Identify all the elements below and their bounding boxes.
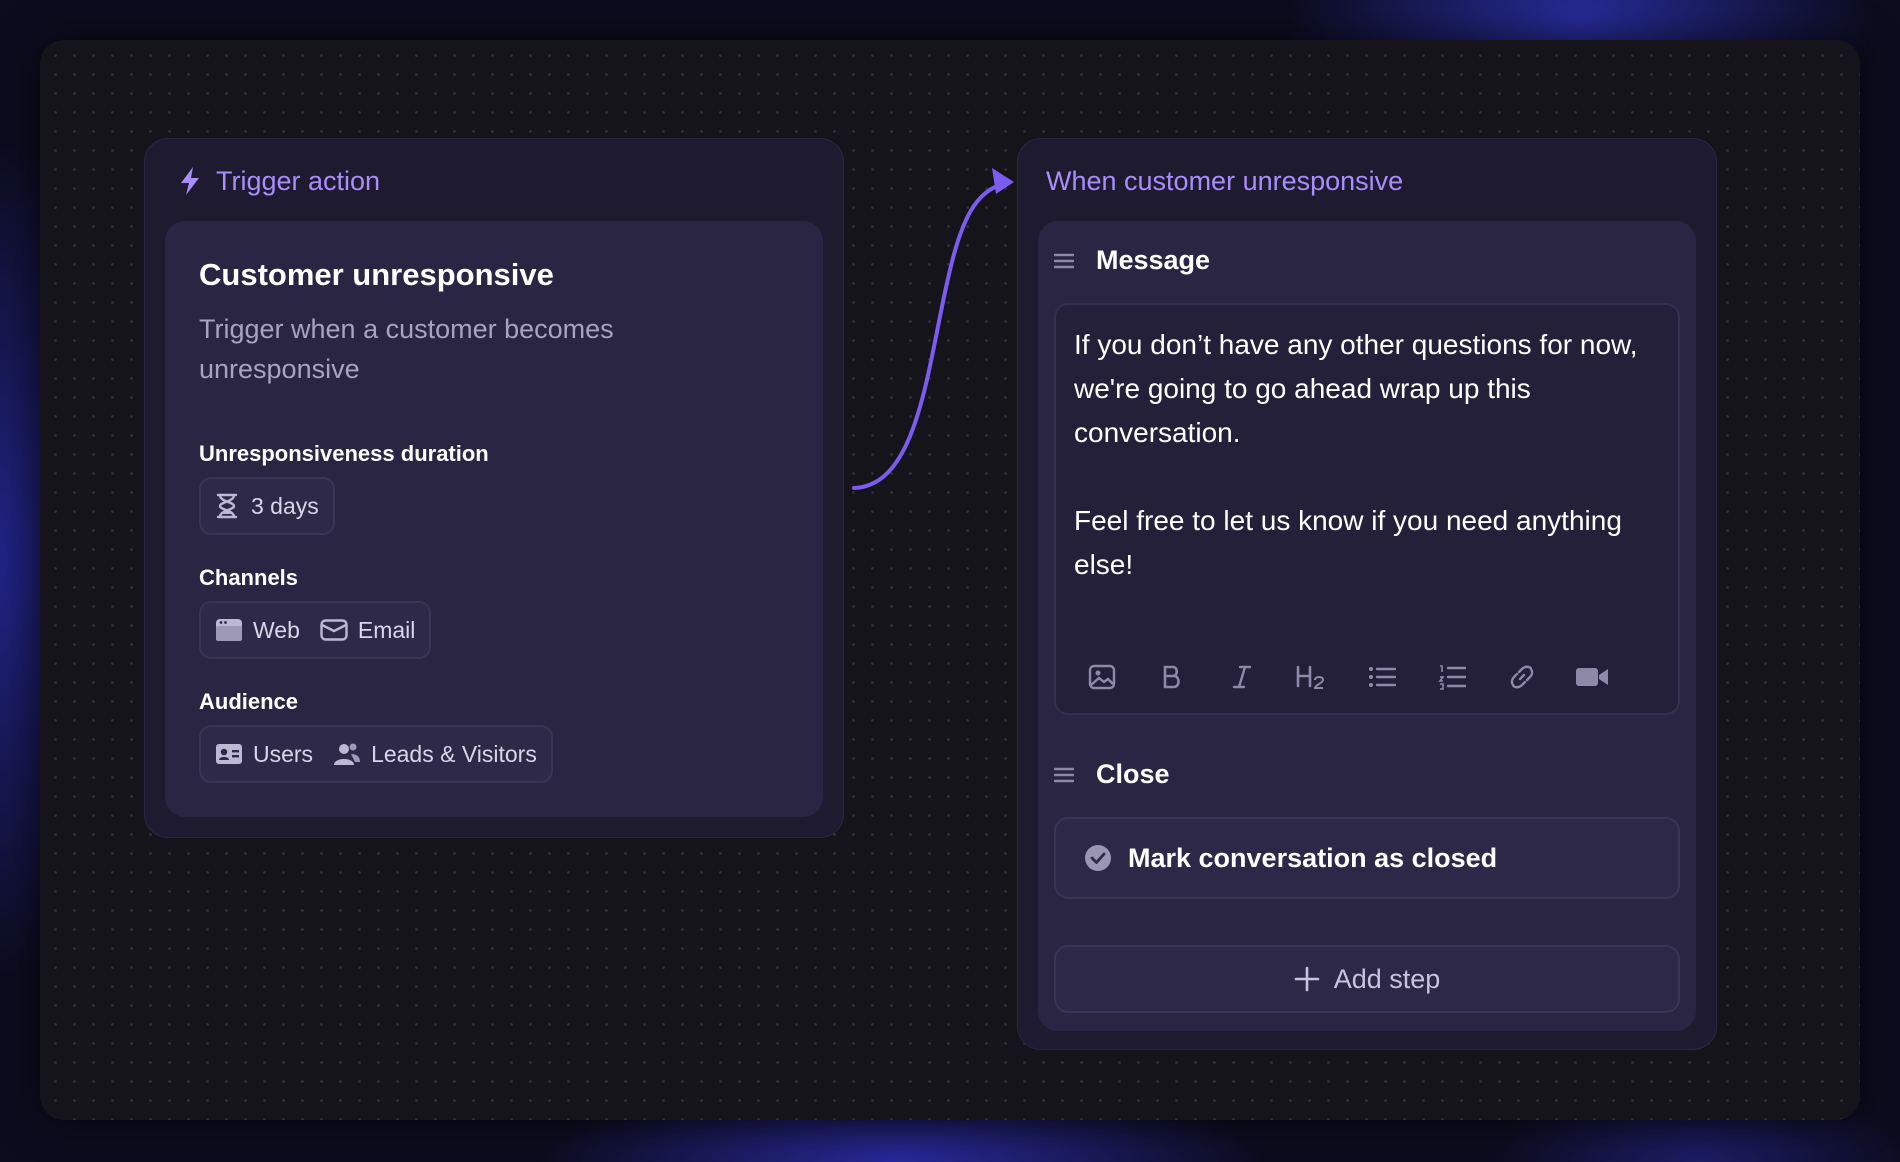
close-action-label: Mark conversation as closed (1128, 842, 1498, 873)
workflow-panel: When customer unresponsive Message If yo… (1017, 138, 1717, 1050)
trigger-panel: Trigger action Customer unresponsive Tri… (144, 138, 844, 838)
heading-icon[interactable] (1292, 657, 1332, 697)
hourglass-icon (215, 493, 239, 519)
trigger-subtitle: Trigger when a customer becomes unrespon… (199, 314, 614, 384)
close-action-row[interactable]: Mark conversation as closed (1054, 817, 1680, 899)
duration-value: 3 days (251, 492, 319, 519)
message-editor[interactable]: If you don’t have any other questions fo… (1054, 303, 1680, 715)
close-title: Close (1096, 759, 1170, 789)
drag-handle-icon[interactable] (1054, 252, 1074, 270)
channel-web: Web (215, 617, 300, 644)
audience-leads: Leads & Visitors (333, 741, 537, 768)
trigger-header-label: Trigger action (216, 165, 381, 196)
connector-arrow (852, 168, 1014, 490)
drag-handle-icon[interactable] (1054, 766, 1074, 784)
channels-chip[interactable]: Web Email (199, 601, 432, 659)
add-step-label: Add step (1333, 963, 1441, 994)
audience-chip[interactable]: Users Leads & Visitors (199, 725, 553, 783)
trigger-title: Customer unresponsive (199, 257, 554, 292)
check-circle-icon (1084, 844, 1112, 872)
workflow-steps: Message If you don’t have any other ques… (1038, 221, 1696, 1031)
editor-toolbar (1082, 657, 1612, 697)
bullet-list-icon[interactable] (1362, 657, 1402, 697)
trigger-card[interactable]: Customer unresponsive Trigger when a cus… (165, 221, 823, 817)
lightning-icon (178, 166, 202, 196)
message-section-title: Message (1054, 245, 1210, 276)
numbered-list-icon[interactable] (1432, 657, 1472, 697)
italic-icon[interactable] (1222, 657, 1262, 697)
message-title: Message (1096, 245, 1211, 275)
message-body[interactable]: If you don’t have any other questions fo… (1074, 323, 1660, 587)
duration-chip[interactable]: 3 days (199, 477, 335, 535)
workflow-header: When customer unresponsive (1046, 165, 1404, 196)
duration-label: Unresponsiveness duration (199, 441, 489, 466)
audience-label: Audience (199, 689, 299, 714)
link-icon[interactable] (1502, 657, 1542, 697)
bold-icon[interactable] (1152, 657, 1192, 697)
plus-icon (1294, 966, 1320, 992)
channels-label: Channels (199, 565, 299, 590)
envelope-icon (320, 619, 348, 641)
video-icon[interactable] (1572, 657, 1612, 697)
audience-users: Users (215, 741, 313, 768)
id-card-icon (215, 743, 243, 765)
users-icon (333, 742, 361, 766)
close-section-title: Close (1054, 759, 1170, 790)
add-step-button[interactable]: Add step (1054, 945, 1680, 1013)
channel-email: Email (320, 617, 415, 644)
image-icon[interactable] (1082, 657, 1122, 697)
browser-icon (215, 618, 243, 642)
trigger-header: Trigger action (178, 163, 380, 199)
